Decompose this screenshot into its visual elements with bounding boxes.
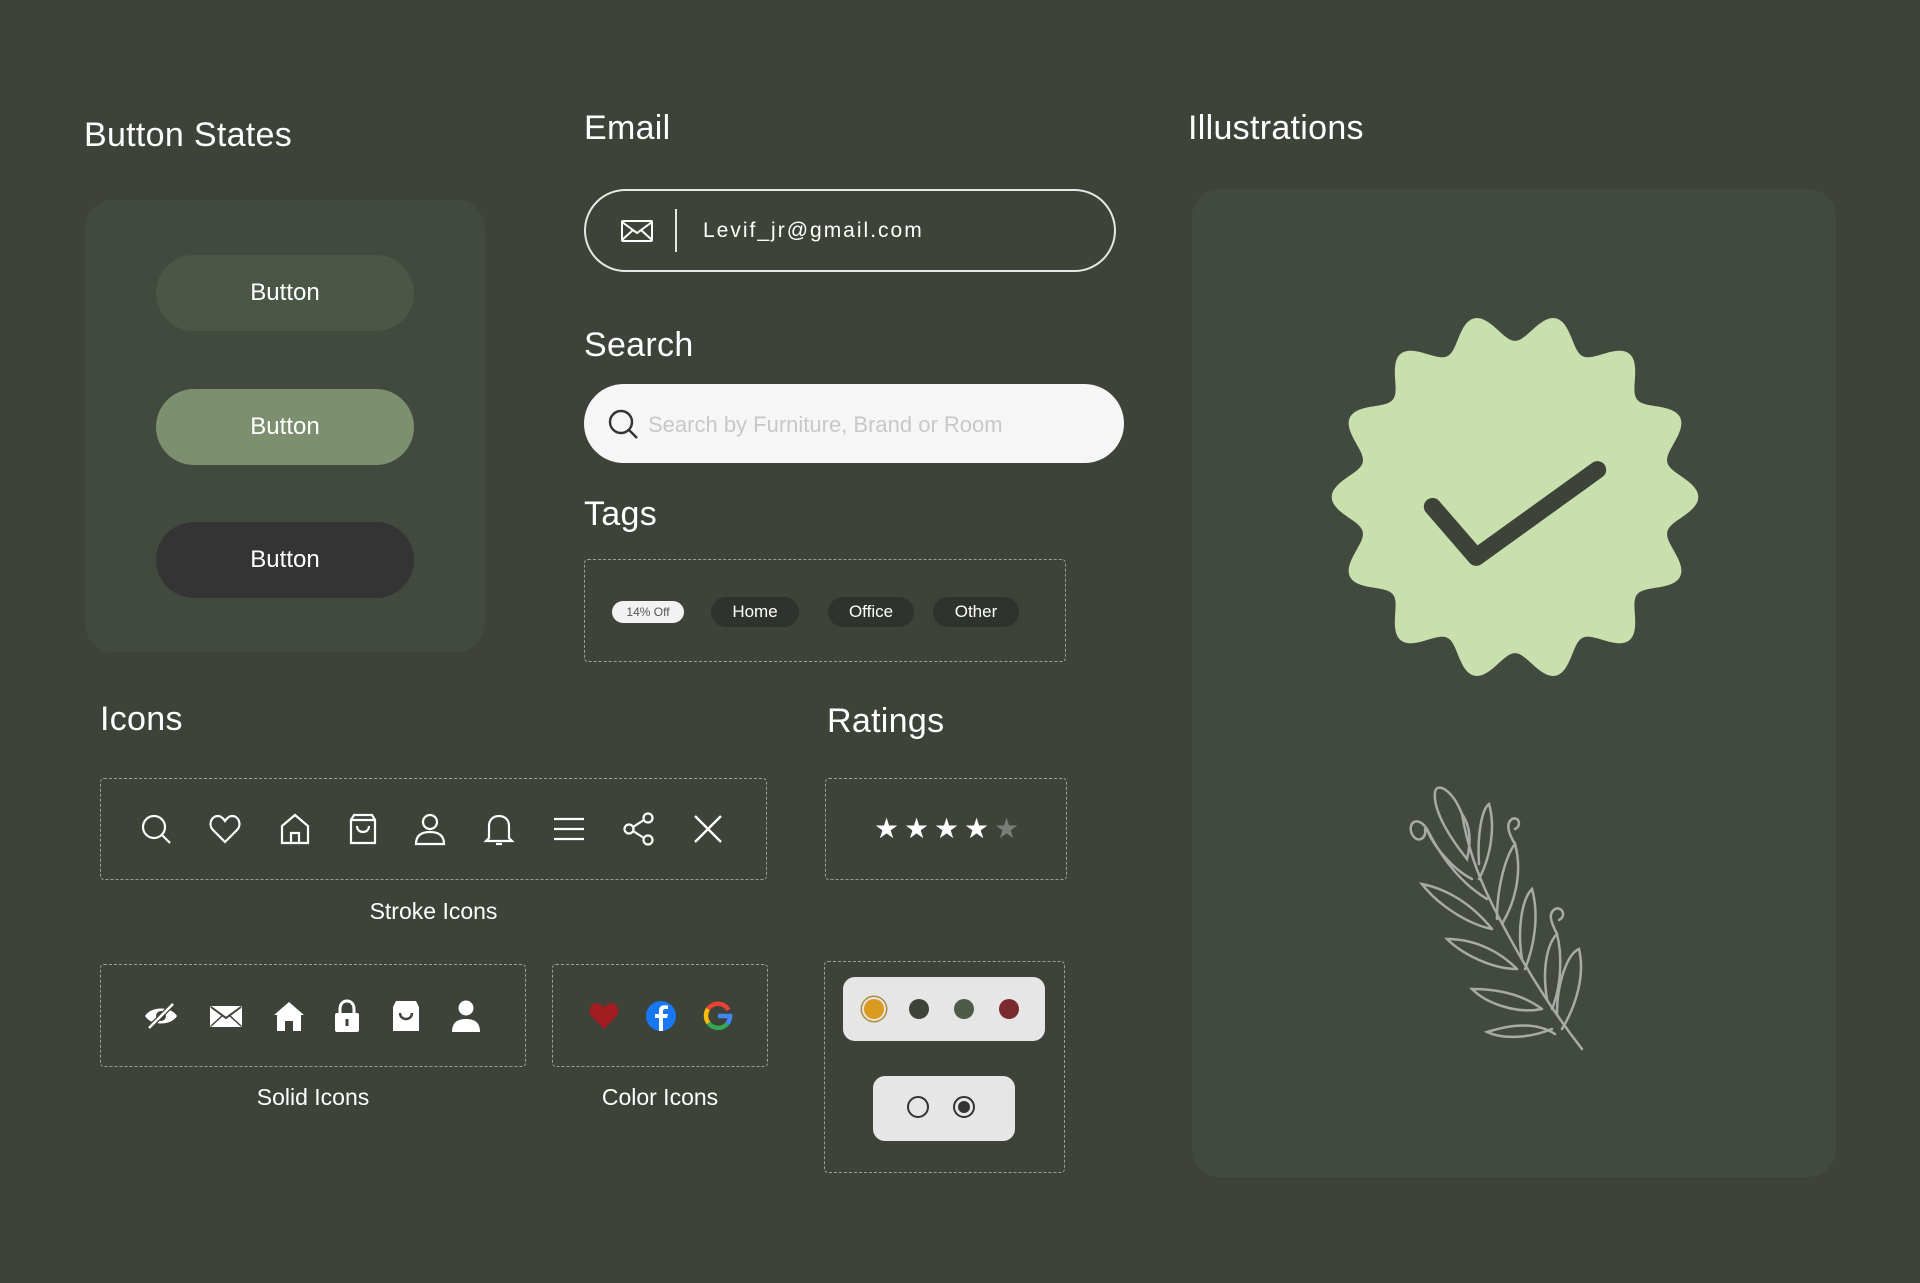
solid-icons-container [100, 964, 526, 1067]
color-swatch-group [843, 977, 1045, 1041]
search-bar[interactable] [584, 384, 1124, 465]
heart-icon[interactable] [205, 809, 245, 849]
color-swatch-dark[interactable] [909, 999, 929, 1019]
button-pressed[interactable]: Button [156, 522, 414, 598]
radio-selected[interactable] [953, 1096, 975, 1118]
solid-icons-caption: Solid Icons [256, 1084, 370, 1110]
star-icon[interactable]: ★ [874, 812, 899, 846]
color-swatch-orange[interactable] [864, 999, 884, 1019]
bell-icon[interactable] [479, 809, 519, 849]
email-value: Levif_jr@gmail.com [703, 219, 924, 242]
button-states-panel: Button Button Button [85, 200, 485, 652]
google-icon[interactable] [698, 996, 738, 1036]
radio-group [873, 1076, 1015, 1141]
color-icons-container [552, 964, 768, 1067]
verified-badge-icon [1331, 317, 1699, 677]
mail-icon[interactable] [206, 996, 246, 1036]
star-empty-icon[interactable]: ★ [994, 812, 1019, 846]
star-icon[interactable]: ★ [964, 812, 989, 846]
button-states-heading: Button States [84, 116, 293, 154]
tag-discount[interactable]: 14% Off [612, 601, 684, 623]
tag-home[interactable]: Home [711, 597, 799, 627]
ratings-heading: Ratings [827, 702, 945, 740]
email-divider [675, 209, 677, 252]
button-hover[interactable]: Button [156, 389, 414, 465]
tags-container: 14% Off Home Office Other [584, 559, 1066, 662]
menu-icon[interactable] [549, 809, 589, 849]
search-heading: Search [584, 326, 694, 364]
tag-other[interactable]: Other [933, 597, 1019, 627]
radio-dot [958, 1101, 970, 1113]
close-icon[interactable] [688, 809, 728, 849]
tags-heading: Tags [584, 495, 658, 533]
email-heading: Email [584, 109, 671, 147]
home-icon[interactable] [269, 996, 309, 1036]
user-icon[interactable] [446, 996, 486, 1036]
color-icons-caption: Color Icons [601, 1084, 719, 1110]
color-swatch-green[interactable] [954, 999, 974, 1019]
color-swatch-red[interactable] [999, 999, 1019, 1019]
home-icon[interactable] [275, 809, 315, 849]
tag-office[interactable]: Office [828, 597, 914, 627]
button-default[interactable]: Button [156, 255, 414, 331]
selector-container [824, 961, 1065, 1173]
radio-unselected[interactable] [907, 1096, 929, 1118]
mail-icon [617, 211, 657, 251]
search-input[interactable] [646, 384, 1100, 465]
rating-container: ★ ★ ★ ★ ★ [825, 778, 1067, 880]
email-field[interactable]: Levif_jr@gmail.com [584, 189, 1116, 272]
search-icon [603, 404, 643, 444]
heart-icon[interactable] [584, 996, 624, 1036]
stroke-icons-caption: Stroke Icons [369, 898, 498, 924]
facebook-icon[interactable] [641, 996, 681, 1036]
icons-heading: Icons [100, 700, 183, 738]
leaf-branch-icon [1409, 786, 1584, 1051]
shopping-bag-icon[interactable] [386, 996, 426, 1036]
illustrations-panel [1192, 189, 1836, 1177]
illustrations-heading: Illustrations [1188, 109, 1364, 147]
star-icon[interactable]: ★ [934, 812, 959, 846]
eye-off-icon[interactable] [141, 996, 181, 1036]
stroke-icons-container [100, 778, 767, 880]
lock-icon[interactable] [327, 996, 367, 1036]
star-icon[interactable]: ★ [904, 812, 929, 846]
shopping-bag-icon[interactable] [343, 809, 383, 849]
search-icon[interactable] [136, 809, 176, 849]
share-icon[interactable] [619, 809, 659, 849]
user-icon[interactable] [410, 809, 450, 849]
